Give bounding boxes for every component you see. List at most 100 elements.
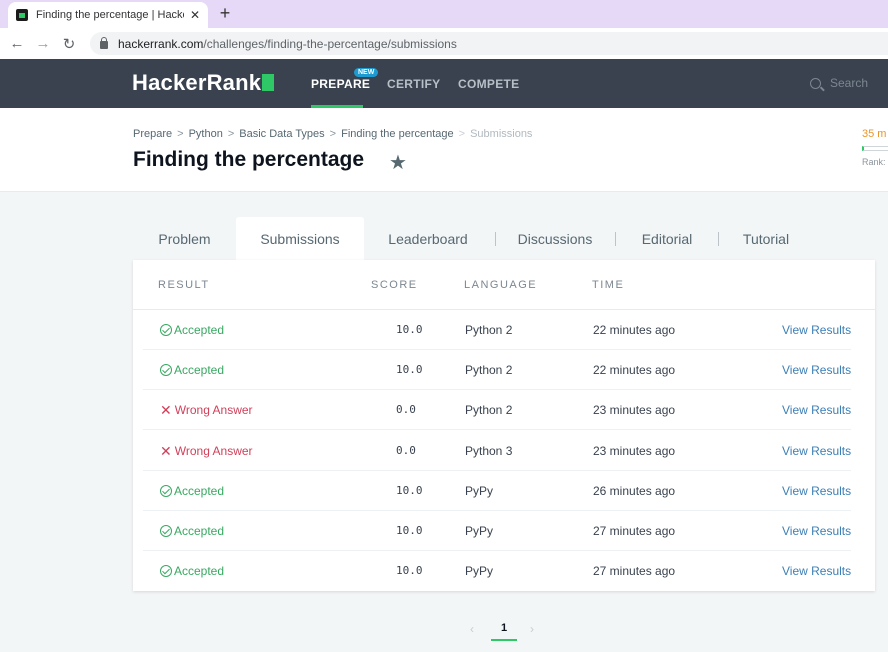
browser-tabstrip: Finding the percentage | HackerR ✕ +	[0, 0, 888, 28]
table-row: ✕ Wrong Answer 0.0 Python 2 23 minutes ago Vi…	[143, 390, 851, 431]
current-page-indicator	[491, 639, 517, 641]
score-value: 0.0	[396, 443, 416, 457]
nav-certify[interactable]: CERTIFY	[387, 77, 440, 91]
result-status: Accepted	[160, 524, 224, 538]
breadcrumb-finding-the-percentage[interactable]: Finding the percentage	[341, 128, 454, 140]
tab-discussions[interactable]: Discussions	[507, 217, 603, 260]
table-header: RESULT SCORE LANGUAGE TIME	[133, 260, 875, 310]
breadcrumb-separator-icon: >	[227, 128, 235, 140]
forward-arrow-icon[interactable]: →	[30, 35, 56, 52]
breadcrumb-separator-icon: >	[458, 128, 466, 140]
view-results-link[interactable]: View Results	[782, 484, 851, 498]
url-path: /challenges/finding-the-percentage/submi…	[203, 36, 457, 51]
score-value: 10.0	[396, 524, 423, 537]
result-text: Accepted	[174, 323, 225, 337]
view-results-link[interactable]: View Results	[782, 564, 851, 578]
search-icon	[810, 77, 821, 89]
result-status: Accepted	[160, 564, 224, 578]
language-value: PyPy	[465, 564, 494, 579]
site-navbar: HackerRank PREPARE CERTIFY COMPETE Searc…	[0, 59, 888, 108]
hackerrank-logo[interactable]: HackerRank	[132, 70, 275, 96]
nav-prepare[interactable]: PREPARE	[311, 77, 370, 91]
breadcrumb-separator-icon: >	[177, 128, 184, 140]
back-arrow-icon[interactable]: ←	[4, 35, 30, 52]
view-results-link[interactable]: View Results	[782, 403, 851, 417]
language-value: Python 2	[465, 403, 513, 418]
language-value: Python 3	[465, 443, 513, 458]
cross-icon: ✕	[160, 402, 172, 419]
logo-block-icon	[262, 74, 275, 91]
progress-summary: 35 m Rank:	[862, 128, 888, 167]
table-row: Accepted 10.0 PyPy 26 minutes ago View Resul…	[143, 471, 851, 511]
address-bar[interactable]: hackerrank.com/challenges/finding-the-pe…	[90, 32, 888, 55]
page-number[interactable]: 1	[492, 622, 516, 634]
language-value: Python 2	[465, 323, 513, 337]
view-results-link[interactable]: View Results	[782, 444, 851, 458]
score-value: 10.0	[396, 363, 423, 377]
tab-problem[interactable]: Problem	[133, 217, 236, 260]
header-score: SCORE	[371, 279, 418, 291]
tab-divider	[615, 232, 616, 246]
breadcrumb-separator-icon: >	[329, 128, 337, 140]
time-value: 22 minutes ago	[593, 323, 676, 337]
language-value: PyPy	[465, 483, 494, 498]
star-icon[interactable]: ★	[389, 150, 407, 175]
language-value: Python 2	[465, 363, 513, 378]
cross-icon: ✕	[160, 442, 172, 459]
tab-tutorial[interactable]: Tutorial	[730, 217, 802, 260]
table-row: Accepted 10.0 Python 2 22 minutes ago View R…	[143, 310, 851, 350]
table-row: ✕ Wrong Answer 0.0 Python 3 23 minutes ago Vi…	[143, 431, 851, 471]
tab-submissions[interactable]: Submissions	[236, 217, 364, 260]
result-text: Accepted	[174, 564, 225, 579]
pagination: ‹ 1 ›	[466, 622, 546, 642]
table-row: Accepted 10.0 PyPy 27 minutes ago View Resul…	[143, 551, 851, 591]
url-text: hackerrank.com/challenges/finding-the-pe…	[118, 37, 457, 51]
browser-tab-title: Finding the percentage | HackerR	[36, 9, 184, 21]
search-box[interactable]: Search	[810, 76, 868, 90]
language-value: PyPy	[465, 524, 494, 538]
hackerrank-favicon-icon	[16, 9, 28, 21]
close-tab-icon[interactable]: ✕	[190, 8, 200, 22]
check-circle-icon	[160, 484, 172, 497]
breadcrumb-basic-data-types[interactable]: Basic Data Types	[239, 128, 324, 140]
points-text: 35 m	[862, 128, 887, 140]
tab-editorial[interactable]: Editorial	[627, 217, 707, 260]
view-results-link[interactable]: View Results	[782, 524, 851, 538]
time-value: 23 minutes ago	[593, 403, 676, 418]
prev-page-icon[interactable]: ‹	[470, 622, 474, 636]
check-circle-icon	[160, 525, 172, 537]
tab-divider	[495, 232, 496, 246]
result-status: Accepted	[160, 323, 224, 337]
result-status: ✕ Wrong Answer	[160, 444, 253, 458]
result-text: Accepted	[174, 363, 225, 378]
score-value: 10.0	[396, 323, 423, 336]
tab-leaderboard[interactable]: Leaderboard	[373, 217, 483, 260]
challenge-header: Prepare > Python > Basic Data Types > Finding …	[0, 108, 888, 192]
nav-compete[interactable]: COMPETE	[458, 77, 519, 91]
check-circle-icon	[160, 364, 172, 377]
view-results-link[interactable]: View Results	[782, 363, 851, 377]
result-text: Accepted	[174, 524, 225, 538]
view-results-link[interactable]: View Results	[782, 323, 851, 337]
breadcrumb-submissions: Submissions	[470, 128, 533, 140]
result-text: Wrong Answer	[174, 443, 253, 458]
result-status: Accepted	[160, 363, 224, 377]
reload-icon[interactable]: ↻	[56, 35, 82, 53]
score-value: 10.0	[396, 564, 423, 578]
score-value: 0.0	[396, 403, 416, 417]
browser-toolbar: ← → ↻ hackerrank.com/challenges/finding-…	[0, 28, 888, 59]
check-circle-icon	[160, 324, 172, 336]
score-value: 10.0	[396, 483, 423, 497]
breadcrumb-python[interactable]: Python	[189, 128, 223, 140]
next-page-icon[interactable]: ›	[530, 622, 534, 636]
browser-tab[interactable]: Finding the percentage | HackerR ✕	[8, 2, 208, 28]
time-value: 26 minutes ago	[593, 483, 676, 498]
breadcrumb-prepare[interactable]: Prepare	[133, 128, 172, 140]
table-row: Accepted 10.0 Python 2 22 minutes ago View R…	[143, 350, 851, 391]
progress-bar	[862, 146, 888, 151]
header-language: LANGUAGE	[464, 279, 538, 291]
challenge-tabs: Problem Submissions Leaderboard Discussi…	[133, 217, 875, 260]
breadcrumb: Prepare > Python > Basic Data Types > Finding …	[133, 128, 532, 140]
new-tab-button[interactable]: +	[214, 2, 236, 24]
lock-icon	[100, 36, 108, 49]
